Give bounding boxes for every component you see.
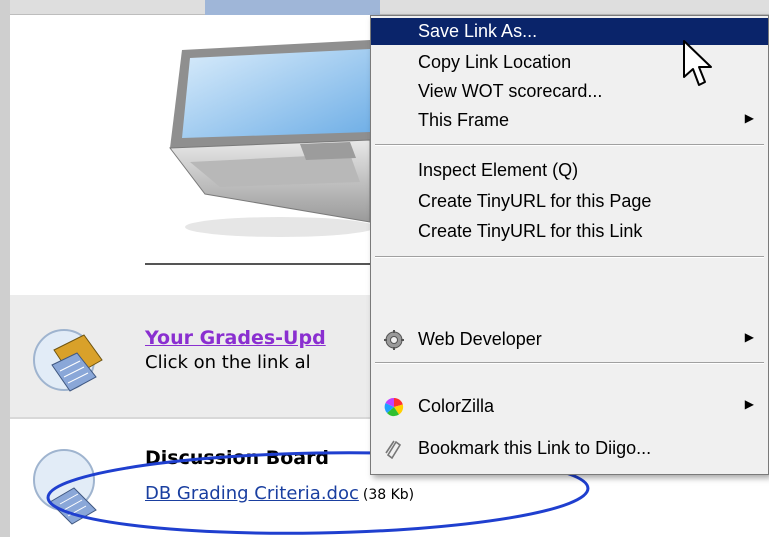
menu-item-web-developer[interactable]: Web Developer ▶: [371, 326, 768, 353]
menu-item-tinyurl-page[interactable]: Create TinyURL for this Page: [371, 188, 768, 215]
diigo-icon: [385, 440, 402, 459]
grades-link[interactable]: Your Grades-Upd: [145, 327, 326, 349]
db-link-row: DB Grading Criteria.doc (38 Kb): [145, 483, 414, 504]
window-top-bar: [0, 0, 769, 15]
menu-separator: [375, 256, 764, 258]
db-grading-criteria-link[interactable]: DB Grading Criteria.doc: [145, 483, 359, 504]
submenu-arrow-icon: ▶: [744, 397, 754, 411]
menu-item-label: Inspect Element (Q): [418, 160, 579, 180]
laptop-icon: [169, 40, 370, 237]
discussion-board-title: Discussion Board: [145, 447, 330, 469]
menu-separator: [375, 144, 764, 146]
menu-item-tinyurl-link[interactable]: Create TinyURL for this Link: [371, 218, 768, 245]
menu-separator: [375, 362, 764, 364]
divider-line: [145, 263, 375, 265]
tab-highlight: [205, 0, 380, 16]
menu-item-label: Copy Link Location: [418, 52, 572, 72]
folder-icon: [33, 329, 103, 392]
screenshot: Your Grades-Upd Click on the link al Dis…: [0, 0, 769, 537]
menu-item-colorzilla[interactable]: ColorZilla ▶: [371, 393, 768, 420]
menu-item-inspect-element[interactable]: Inspect Element (Q): [371, 157, 768, 184]
menu-item-bookmark-diigo[interactable]: Bookmark this Link to Diigo...: [371, 435, 768, 462]
mouse-cursor-icon: [683, 40, 712, 86]
menu-item-label: Save Link As...: [418, 21, 538, 41]
menu-item-label: Create TinyURL for this Link: [418, 221, 643, 241]
menu-item-this-frame[interactable]: This Frame ▶: [371, 107, 768, 134]
menu-item-label: Create TinyURL for this Page: [418, 191, 652, 211]
grades-description: Click on the link al: [145, 352, 311, 373]
submenu-arrow-icon: ▶: [744, 330, 754, 344]
window-left-border: [0, 0, 10, 537]
menu-item-label: ColorZilla: [418, 396, 495, 416]
menu-item-label: View WOT scorecard...: [418, 81, 603, 101]
menu-item-label: Web Developer: [418, 329, 542, 349]
submenu-arrow-icon: ▶: [744, 111, 754, 125]
document-icon: [33, 449, 97, 525]
menu-item-label: This Frame: [418, 110, 510, 130]
gear-icon: [384, 330, 404, 350]
file-size: (38 Kb): [362, 487, 415, 503]
menu-item-label: Bookmark this Link to Diigo...: [418, 438, 652, 458]
color-wheel-icon: [384, 397, 404, 417]
